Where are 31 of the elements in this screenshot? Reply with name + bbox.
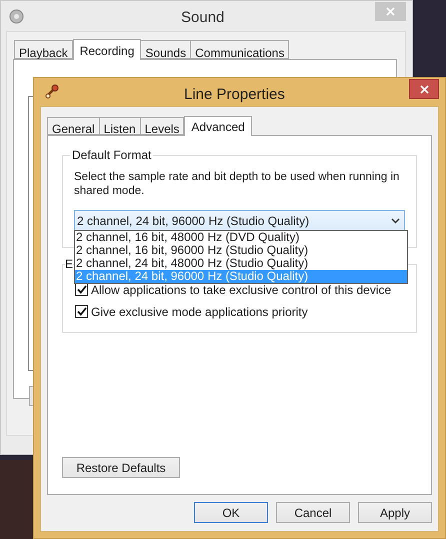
check-icon [76, 285, 86, 294]
group-label: E [65, 257, 74, 271]
dropdown-option[interactable]: 2 channel, 24 bit, 48000 Hz (Studio Quality) [75, 257, 407, 270]
dialog-button[interactable]: Apply [358, 502, 432, 523]
description-text: Select the sample rate and bit depth to be used when running in shared mode. [74, 170, 400, 198]
tab[interactable]: Recording [72, 39, 142, 60]
checkbox[interactable] [75, 283, 88, 296]
checkbox-label: Allow applications to take exclusive control of this device [91, 282, 392, 298]
close-button[interactable] [409, 79, 439, 99]
tab[interactable]: Playback [14, 40, 73, 59]
tab[interactable]: Levels [140, 117, 184, 135]
checkbox-label: Give exclusive mode applications priority [91, 304, 308, 320]
dialog-button[interactable]: Cancel [276, 502, 350, 523]
tab[interactable]: Listen [98, 117, 141, 135]
dropdown-option[interactable]: 2 channel, 16 bit, 48000 Hz (DVD Quality) [75, 231, 407, 244]
restore-defaults-button[interactable]: Restore Defaults [62, 457, 180, 478]
dialog-button[interactable]: OK [194, 502, 268, 523]
close-icon [420, 84, 428, 94]
close-icon [386, 7, 395, 16]
tab[interactable]: Advanced [184, 116, 252, 136]
format-dropdown[interactable]: 2 channel, 24 bit, 96000 Hz (Studio Quality) [74, 210, 405, 231]
tab[interactable]: Communications [190, 40, 290, 59]
tab[interactable]: Sounds [140, 40, 192, 59]
tab[interactable]: General [47, 117, 100, 135]
check-icon [76, 307, 86, 316]
group-label: Default Format [70, 148, 154, 162]
chevron-down-icon [391, 218, 400, 224]
window-title: Line Properties [184, 85, 285, 105]
checkbox[interactable] [75, 305, 88, 318]
dropdown-option[interactable]: 2 channel, 16 bit, 96000 Hz (Studio Quality) [75, 244, 407, 257]
window-title: Sound [181, 8, 224, 28]
